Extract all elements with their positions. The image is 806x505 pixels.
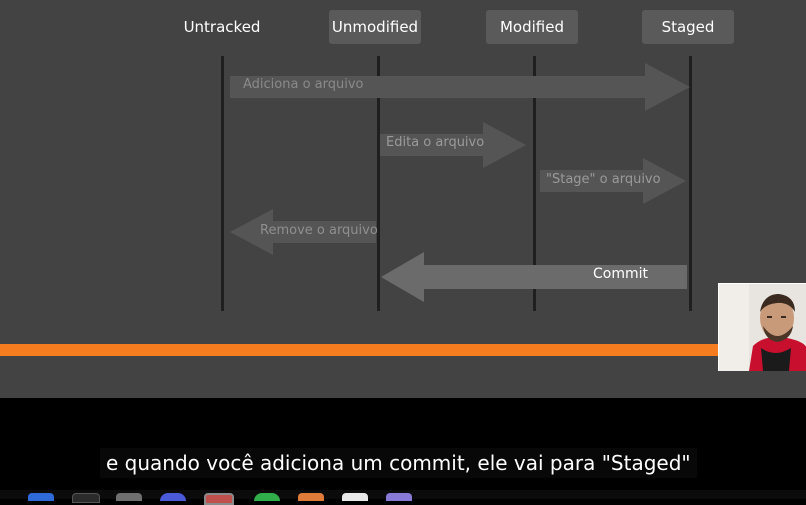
app-icon[interactable] xyxy=(116,493,142,501)
lane-untracked xyxy=(221,56,224,311)
presenter-webcam xyxy=(718,283,806,371)
app-icon[interactable] xyxy=(386,493,412,501)
presenter-avatar xyxy=(719,284,806,371)
browser-icon[interactable] xyxy=(160,493,186,501)
finder-icon[interactable] xyxy=(28,493,54,501)
active-app-icon[interactable] xyxy=(204,493,234,505)
app-icon[interactable] xyxy=(298,493,324,501)
document-icon[interactable] xyxy=(342,493,368,501)
accent-band xyxy=(0,344,720,356)
transition-label-add: Adiciona o arquivo xyxy=(243,77,364,92)
state-unmodified: Unmodified xyxy=(329,10,421,44)
transition-label-edit: Edita o arquivo xyxy=(386,135,485,150)
transition-label-remove: Remove o arquivo xyxy=(260,223,378,238)
transition-label-stage: "Stage" o arquivo xyxy=(546,172,661,187)
state-untracked: Untracked xyxy=(183,18,261,36)
terminal-icon[interactable] xyxy=(72,493,100,503)
state-modified: Modified xyxy=(486,10,578,44)
subtitle-caption: e quando você adiciona um commit, ele va… xyxy=(100,448,697,478)
transition-label-commit: Commit xyxy=(593,266,648,282)
chat-icon[interactable] xyxy=(254,493,280,501)
state-staged: Staged xyxy=(642,10,734,44)
slide: Untracked Unmodified Modified Staged Adi… xyxy=(0,0,806,398)
